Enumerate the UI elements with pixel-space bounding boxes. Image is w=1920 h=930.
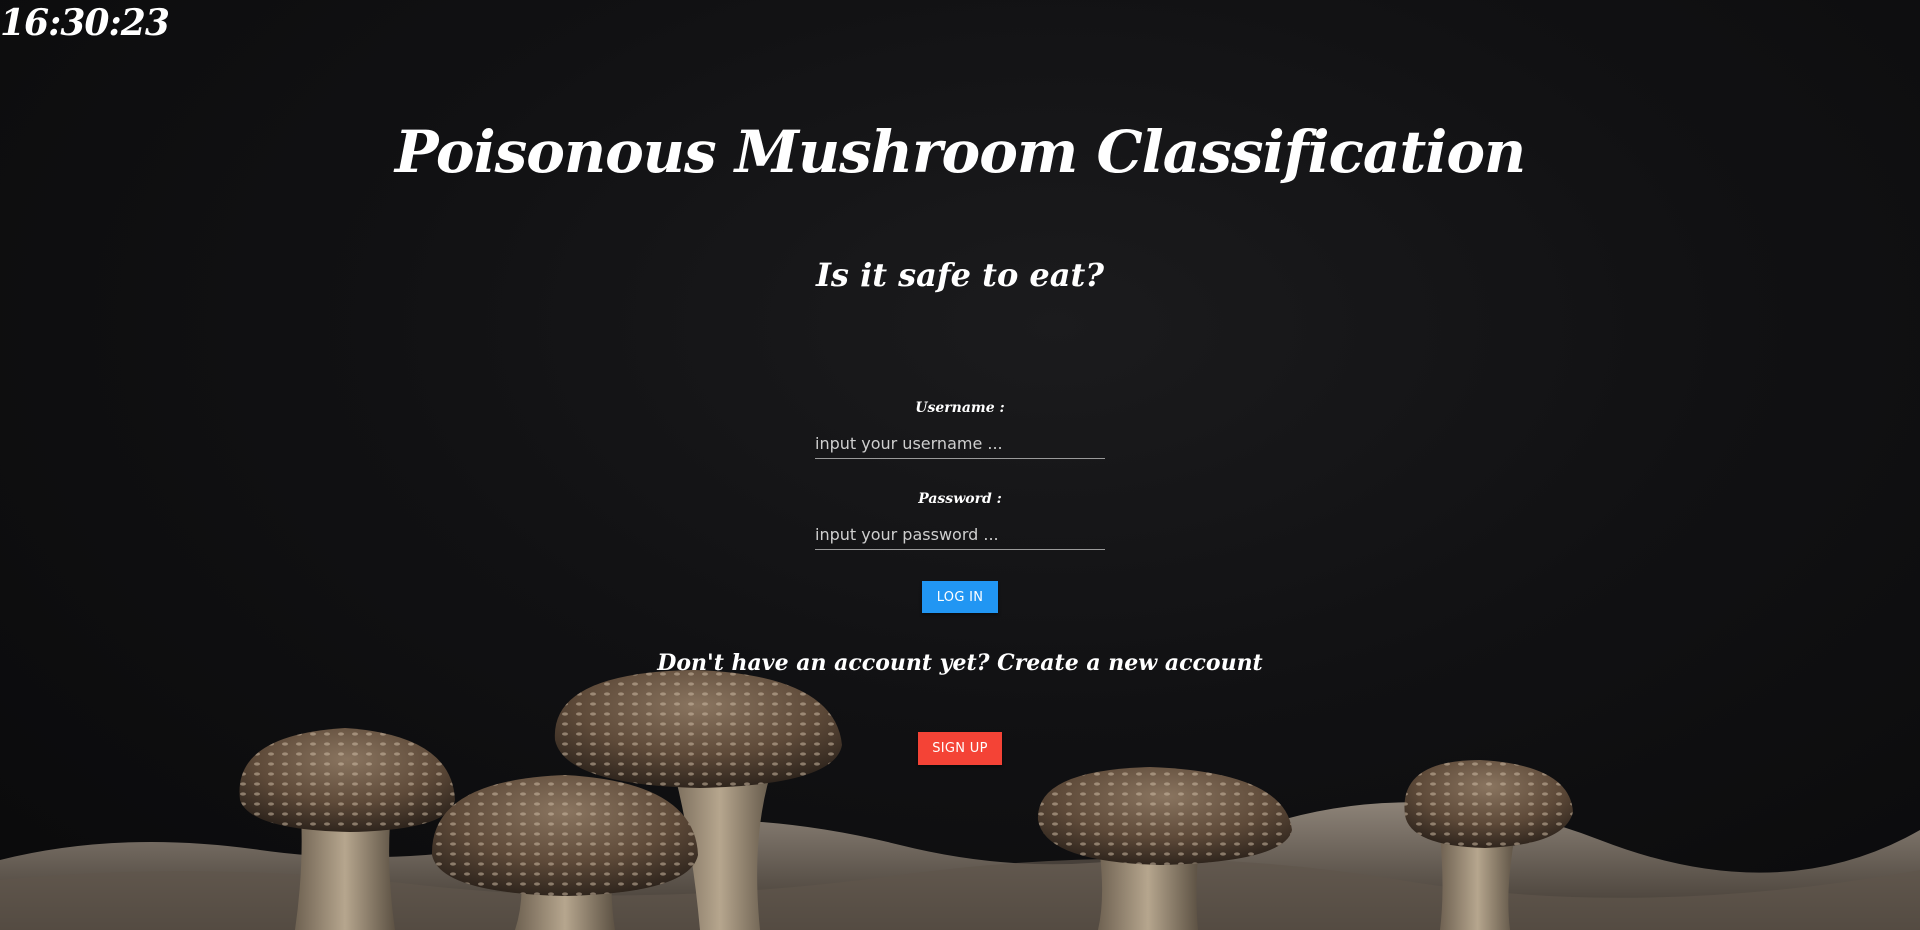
username-input[interactable] [815,428,1105,459]
signup-prompt: Don't have an account yet? Create a new … [657,650,1263,676]
page-title: Poisonous Mushroom Classification [394,118,1526,186]
login-button[interactable]: LOG IN [922,581,998,613]
username-label: Username : [915,400,1005,416]
signup-button[interactable]: SIGN UP [918,732,1002,765]
page-subtitle: Is it safe to eat? [815,256,1105,294]
password-input[interactable] [815,519,1105,550]
password-label: Password : [918,491,1002,507]
clock: 16:30:23 [0,2,170,44]
